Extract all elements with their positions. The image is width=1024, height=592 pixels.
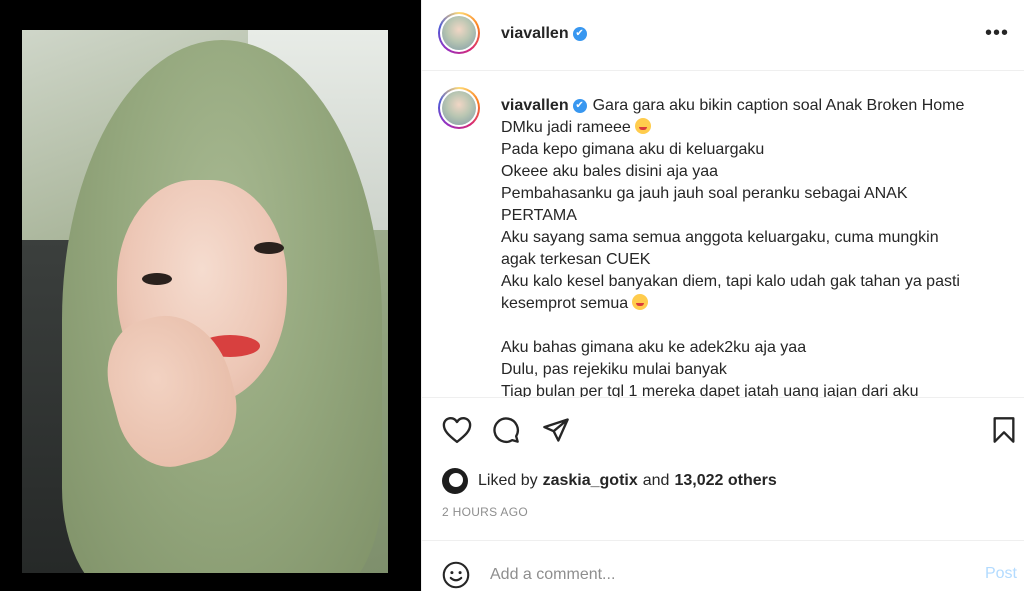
grinning-sweat-emoji — [632, 294, 649, 310]
caption-line: DMku jadi rameee — [501, 117, 1016, 139]
post-media — [0, 0, 421, 591]
caption-text: Pada kepo gimana aku di keluargaku — [501, 141, 765, 158]
caption-line: Pembahasanku ga jauh jauh soal peranku s… — [501, 183, 1016, 205]
caption-text: Pembahasanku ga jauh jauh soal peranku s… — [501, 185, 908, 202]
caption-text: Aku sayang sama semua anggota keluargaku… — [501, 229, 939, 246]
action-bar — [422, 397, 1024, 466]
grinning-sweat-emoji — [634, 118, 651, 134]
verified-badge-icon: ✔ — [572, 26, 587, 41]
comment-input[interactable] — [490, 563, 950, 587]
bookmark-icon[interactable] — [992, 416, 1016, 444]
right-eye — [254, 242, 284, 254]
caption-line: Aku sayang sama semua anggota keluargaku… — [501, 227, 1016, 249]
caption-text: DMku jadi rameee — [501, 119, 631, 136]
liked-by-joiner: and — [642, 472, 670, 489]
caption-line: viavallen ✔ Gara gara aku bikin caption so… — [501, 95, 1016, 117]
comment-bubble-icon[interactable] — [492, 416, 520, 444]
caption-text: Dulu, pas rejekiku mulai banyak — [501, 361, 727, 378]
post-header: viavallen ✔ ••• — [422, 0, 1024, 71]
verified-badge-icon: ✔ — [572, 98, 587, 113]
username-text[interactable]: viavallen — [501, 25, 569, 42]
liked-by-user[interactable]: zaskia_gotix — [543, 472, 638, 490]
caption-text: PERTAMA — [501, 207, 577, 224]
caption-text: agak terkesan CUEK — [501, 251, 651, 268]
caption-text: kesemprot semua — [501, 295, 629, 312]
caption-text: Aku kalo kesel banyakan diem, tapi kalo … — [501, 273, 960, 290]
liked-by-others[interactable]: 13,022 others — [674, 472, 776, 490]
caption-text: Gara gara aku bikin caption soal Anak Br… — [592, 97, 965, 114]
caption-line: Aku kalo kesel banyakan diem, tapi kalo … — [501, 271, 1016, 293]
caption-avatar[interactable] — [438, 87, 480, 129]
caption-line: PERTAMA — [501, 205, 1016, 227]
likes-summary: Liked by zaskia_gotix and 13,022 others — [442, 468, 782, 494]
post-photo[interactable] — [22, 30, 388, 573]
caption-line: Aku bahas gimana aku ke adek2ku aja yaa — [501, 337, 1016, 359]
paper-plane-icon[interactable] — [542, 416, 570, 444]
more-options-icon[interactable]: ••• — [985, 22, 1009, 45]
caption-line: agak terkesan CUEK — [501, 249, 1016, 271]
caption-line: Tiap bulan per tgl 1 mereka dapet jatah … — [501, 381, 1016, 397]
header-username[interactable]: viavallen ✔ — [501, 25, 587, 43]
comment-bar: Post — [422, 540, 1024, 592]
heart-icon[interactable] — [442, 416, 472, 444]
caption-line: Dulu, pas rejekiku mulai banyak — [501, 359, 1016, 381]
post-comment-button[interactable]: Post — [985, 565, 1017, 583]
profile-avatar[interactable] — [438, 12, 480, 54]
liked-by-label: Liked by — [478, 472, 538, 489]
caption: viavallen ✔ Gara gara aku bikin caption so… — [501, 95, 1016, 397]
post-timestamp[interactable]: 2 HOURS AGO — [442, 505, 528, 519]
caption-line: kesemprot semua — [501, 293, 1016, 315]
caption-line: Pada kepo gimana aku di keluargaku — [501, 139, 1016, 161]
caption-text: Aku bahas gimana aku ke adek2ku aja yaa — [501, 339, 807, 356]
smiley-icon[interactable] — [442, 561, 470, 589]
caption-line: Okeee aku bales disini aja yaa — [501, 161, 1016, 183]
post-panel: viavallen ✔ ••• viavallen ✔ Gara gara aku b… — [421, 0, 1024, 591]
caption-text: Okeee aku bales disini aja yaa — [501, 163, 719, 180]
left-eye — [142, 273, 172, 285]
caption-area[interactable]: viavallen ✔ Gara gara aku bikin caption so… — [422, 71, 1024, 397]
liker-avatar[interactable] — [442, 468, 468, 494]
caption-text: Tiap bulan per tgl 1 mereka dapet jatah … — [501, 383, 919, 397]
caption-username[interactable]: viavallen — [501, 97, 569, 114]
